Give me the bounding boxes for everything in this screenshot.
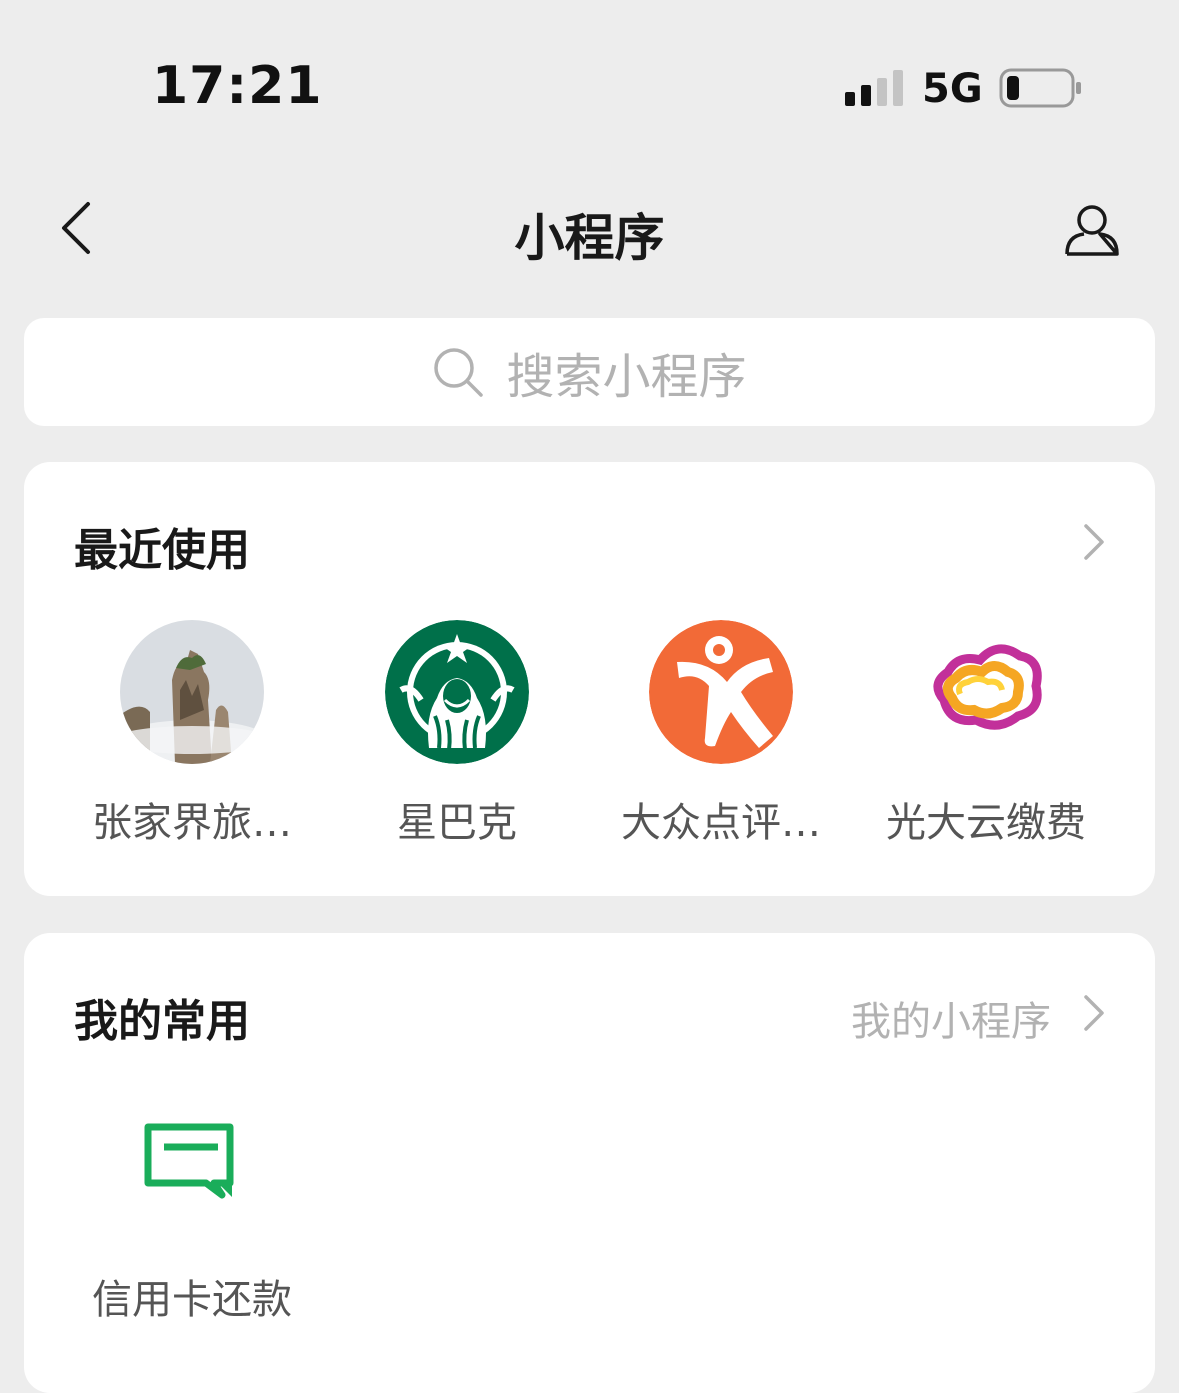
app-label: 大众点评…: [621, 800, 821, 846]
network-type: 5G: [922, 66, 983, 112]
my-mini-programs-link[interactable]: 我的小程序: [851, 989, 1051, 1047]
chevron-right-icon[interactable]: [1081, 993, 1107, 1033]
search-icon: [434, 348, 484, 397]
credit-card-icon: [144, 1123, 240, 1203]
status-time: 17:21: [152, 56, 323, 116]
app-label: 信用卡还款: [92, 1277, 292, 1323]
recent-title: 最近使用: [74, 525, 250, 576]
search-input[interactable]: 搜索小程序: [24, 318, 1155, 426]
battery-icon: [999, 68, 1081, 108]
cloud-payment-logo-icon: [914, 620, 1058, 764]
app-label: 星巴克: [397, 800, 517, 846]
favorites-title: 我的常用: [74, 996, 250, 1047]
favorites-card: 我的常用 我的小程序 信用卡还款: [24, 933, 1155, 1393]
chevron-right-icon[interactable]: [1081, 522, 1107, 562]
app-label: 张家界旅…: [92, 800, 292, 846]
app-guangda-yunjiaofei[interactable]: 光大云缴费: [856, 620, 1116, 848]
page-title: 小程序: [514, 209, 665, 267]
search-placeholder: 搜索小程序: [506, 349, 747, 405]
recent-card: 最近使用 张家界旅… 星巴克 大众点评… 光大云缴费: [24, 462, 1155, 896]
app-zhangjiajie[interactable]: 张家界旅…: [62, 620, 322, 848]
signal-strength-icon: [845, 70, 903, 106]
zhangjiajie-icon: [120, 620, 264, 764]
profile-icon[interactable]: [1062, 200, 1122, 260]
app-starbucks[interactable]: 星巴克: [327, 620, 587, 848]
app-credit-card-repayment[interactable]: 信用卡还款: [62, 1123, 322, 1325]
app-label: 光大云缴费: [886, 800, 1086, 846]
dianping-logo-icon: [649, 620, 793, 764]
app-dianping[interactable]: 大众点评…: [591, 620, 851, 848]
starbucks-logo-icon: [385, 620, 529, 764]
